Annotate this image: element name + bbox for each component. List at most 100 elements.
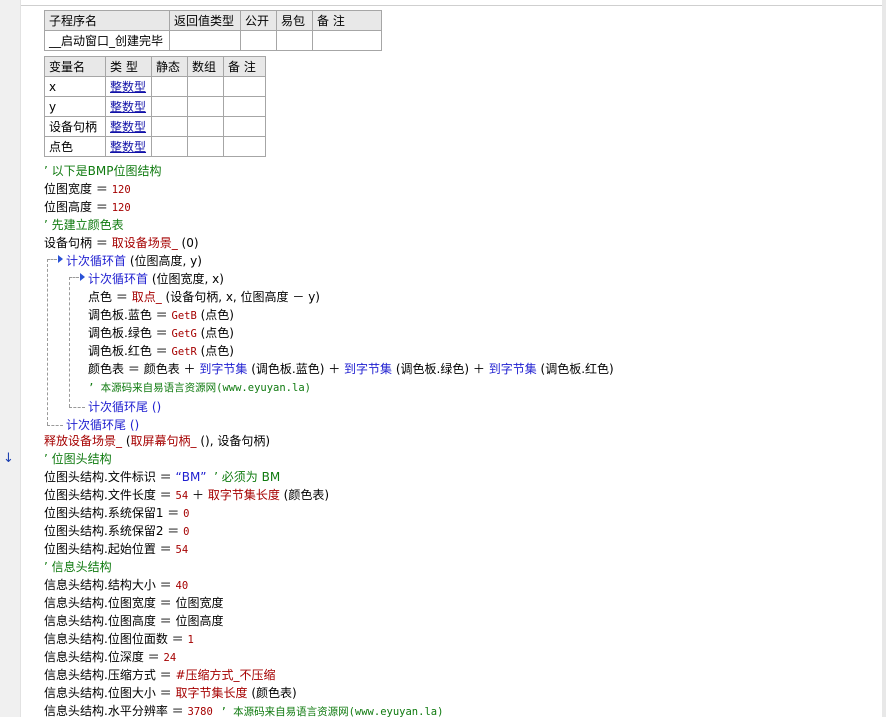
epackage-cell[interactable]	[276, 30, 313, 51]
code-line[interactable]: 信息头结构.位图大小 ＝ 取字节集长度 (颜色表)	[44, 684, 297, 702]
var-remark-cell[interactable]	[223, 96, 266, 117]
static-cell[interactable]	[151, 136, 188, 157]
code-line[interactable]: 位图头结构.系统保留2 ＝ 0	[44, 522, 189, 540]
array-cell[interactable]	[187, 116, 224, 137]
return-type-cell[interactable]	[169, 30, 241, 51]
code-line[interactable]: 位图头结构.起始位置 ＝ 54	[44, 540, 188, 558]
code-line[interactable]: 信息头结构.位图位面数 ＝ 1	[44, 630, 194, 648]
code-line[interactable]: 计次循环尾 ()	[88, 398, 161, 416]
code-line[interactable]: 计次循环首 (位图高度, y)	[66, 252, 202, 270]
number-literal: 24	[163, 652, 177, 664]
code-line[interactable]: 释放设备场景_ (取屏幕句柄_ (), 设备句柄)	[44, 432, 270, 450]
type-link[interactable]: 整数型	[110, 100, 146, 114]
editor-top-divider	[21, 5, 886, 6]
string-literal: “BM”	[175, 470, 207, 484]
static-cell[interactable]	[151, 96, 188, 117]
code-line[interactable]: ’ 位图头结构	[44, 450, 112, 468]
variable-row: x 整数型	[44, 76, 266, 97]
number-literal: 54	[175, 490, 189, 502]
var-remark-cell[interactable]	[223, 116, 266, 137]
code-line[interactable]: ’ 信息头结构	[44, 558, 112, 576]
code-line[interactable]: 调色板.绿色 ＝ GetG (点色)	[88, 324, 234, 342]
var-remark-cell[interactable]	[223, 76, 266, 97]
code-line[interactable]: 位图宽度 ＝ 120	[44, 180, 131, 198]
code-line[interactable]: 调色板.红色 ＝ GetR (点色)	[88, 342, 234, 360]
function-name: GetR	[171, 346, 197, 358]
subprogram-table: 子程序名 返回值类型 公开 易包 备 注 __启动窗口_创建完毕	[44, 10, 382, 51]
code-line[interactable]: 颜色表 ＝ 颜色表 ＋ 到字节集 (调色板.蓝色) ＋ 到字节集 (调色板.绿色…	[88, 360, 614, 378]
code-line[interactable]: 信息头结构.水平分辨率 ＝ 3780 ’ 本源码来自易语言资源网(www.eyu…	[44, 702, 443, 720]
inner-loop-guide	[69, 277, 70, 407]
code-line[interactable]: 设备句柄 ＝ 取设备场景_ (0)	[44, 234, 199, 252]
var-type-cell[interactable]: 整数型	[105, 116, 152, 137]
code-line[interactable]: 信息头结构.位深度 ＝ 24	[44, 648, 176, 666]
call-args: (调色板.绿色)	[392, 362, 473, 376]
call-args: (颜色表)	[279, 488, 330, 502]
code-line[interactable]: 点色 ＝ 取点_ (设备句柄, x, 位图高度 － y)	[88, 288, 320, 306]
array-cell[interactable]	[187, 76, 224, 97]
type-link[interactable]: 整数型	[110, 140, 146, 154]
comment-text: ’ 信息头结构	[44, 560, 112, 574]
assign-operator: ＝	[159, 542, 172, 556]
code-line[interactable]: 调色板.蓝色 ＝ GetB (点色)	[88, 306, 234, 324]
code-line[interactable]: ’ 先建立颜色表	[44, 216, 124, 234]
var-name-cell[interactable]: 设备句柄	[44, 116, 106, 137]
code-line[interactable]: 位图头结构.文件长度 ＝ 54 ＋ 取字节集长度 (颜色表)	[44, 486, 329, 504]
call-args: (颜色表)	[247, 686, 297, 700]
header-public: 公开	[240, 10, 277, 31]
vertical-scrollbar[interactable]	[882, 0, 886, 717]
comment-text: ’ 以下是BMP位图结构	[44, 164, 162, 178]
assign-operator: ＝	[159, 470, 172, 484]
array-cell[interactable]	[187, 96, 224, 117]
code-line[interactable]: ’ 以下是BMP位图结构	[44, 162, 161, 180]
identifier: 调色板.绿色	[88, 326, 152, 340]
identifier: 位图宽度	[175, 596, 224, 610]
var-type-cell[interactable]: 整数型	[105, 96, 152, 117]
function-name: 取字节集长度	[207, 488, 280, 502]
function-name: GetG	[171, 328, 197, 340]
outer-loop-guide-top	[47, 259, 57, 260]
code-line[interactable]: 计次循环首 (位图宽度, x)	[88, 270, 224, 288]
number-literal: 120	[111, 202, 131, 214]
var-remark-cell[interactable]	[223, 136, 266, 157]
header-var-name: 变量名	[44, 56, 106, 77]
function-name: 取点_	[131, 290, 162, 304]
call-args: (	[122, 434, 131, 448]
code-line[interactable]: 信息头结构.结构大小 ＝ 40	[44, 576, 188, 594]
type-link[interactable]: 整数型	[110, 120, 146, 134]
code-line[interactable]: 位图高度 ＝ 120	[44, 198, 131, 216]
identifier: 信息头结构.位图高度	[44, 614, 156, 628]
static-cell[interactable]	[151, 116, 188, 137]
identifier: 位图头结构.文件长度	[44, 488, 156, 502]
assign-operator: ＝	[159, 596, 172, 610]
var-type-cell[interactable]: 整数型	[105, 76, 152, 97]
variable-row: y 整数型	[44, 96, 266, 117]
function-name: 释放设备场景_	[44, 434, 123, 448]
header-var-remark: 备 注	[223, 56, 266, 77]
array-cell[interactable]	[187, 136, 224, 157]
assign-operator: ＝	[159, 668, 172, 682]
var-type-cell[interactable]: 整数型	[105, 136, 152, 157]
var-name-cell[interactable]: x	[44, 76, 106, 97]
code-line[interactable]: 信息头结构.压缩方式 ＝ #压缩方式_不压缩	[44, 666, 276, 684]
identifier: 颜色表	[143, 362, 180, 376]
type-link[interactable]: 整数型	[110, 80, 146, 94]
function-name: GetB	[171, 310, 197, 322]
code-line[interactable]: 位图头结构.系统保留1 ＝ 0	[44, 504, 189, 522]
public-cell[interactable]	[240, 30, 277, 51]
comment-text: ’ 位图头结构	[44, 452, 112, 466]
loop-keyword: 计次循环首	[88, 272, 149, 286]
remark-cell[interactable]	[312, 30, 382, 51]
assign-operator: ＝	[127, 362, 140, 376]
code-line[interactable]: ’ 本源码来自易语言资源网(www.eyuyan.la)	[88, 378, 311, 396]
assign-operator: ＝	[159, 578, 172, 592]
code-line[interactable]: 信息头结构.位图高度 ＝ 位图高度	[44, 612, 224, 630]
static-cell[interactable]	[151, 76, 188, 97]
assign-operator: ＝	[155, 308, 168, 322]
subprogram-name-cell[interactable]: __启动窗口_创建完毕	[44, 30, 170, 51]
code-line[interactable]: 位图头结构.文件标识 ＝ “BM” ’ 必须为 BM	[44, 468, 280, 486]
code-line[interactable]: 信息头结构.位图宽度 ＝ 位图宽度	[44, 594, 224, 612]
identifier: 调色板.蓝色	[88, 308, 152, 322]
var-name-cell[interactable]: 点色	[44, 136, 106, 157]
var-name-cell[interactable]: y	[44, 96, 106, 117]
